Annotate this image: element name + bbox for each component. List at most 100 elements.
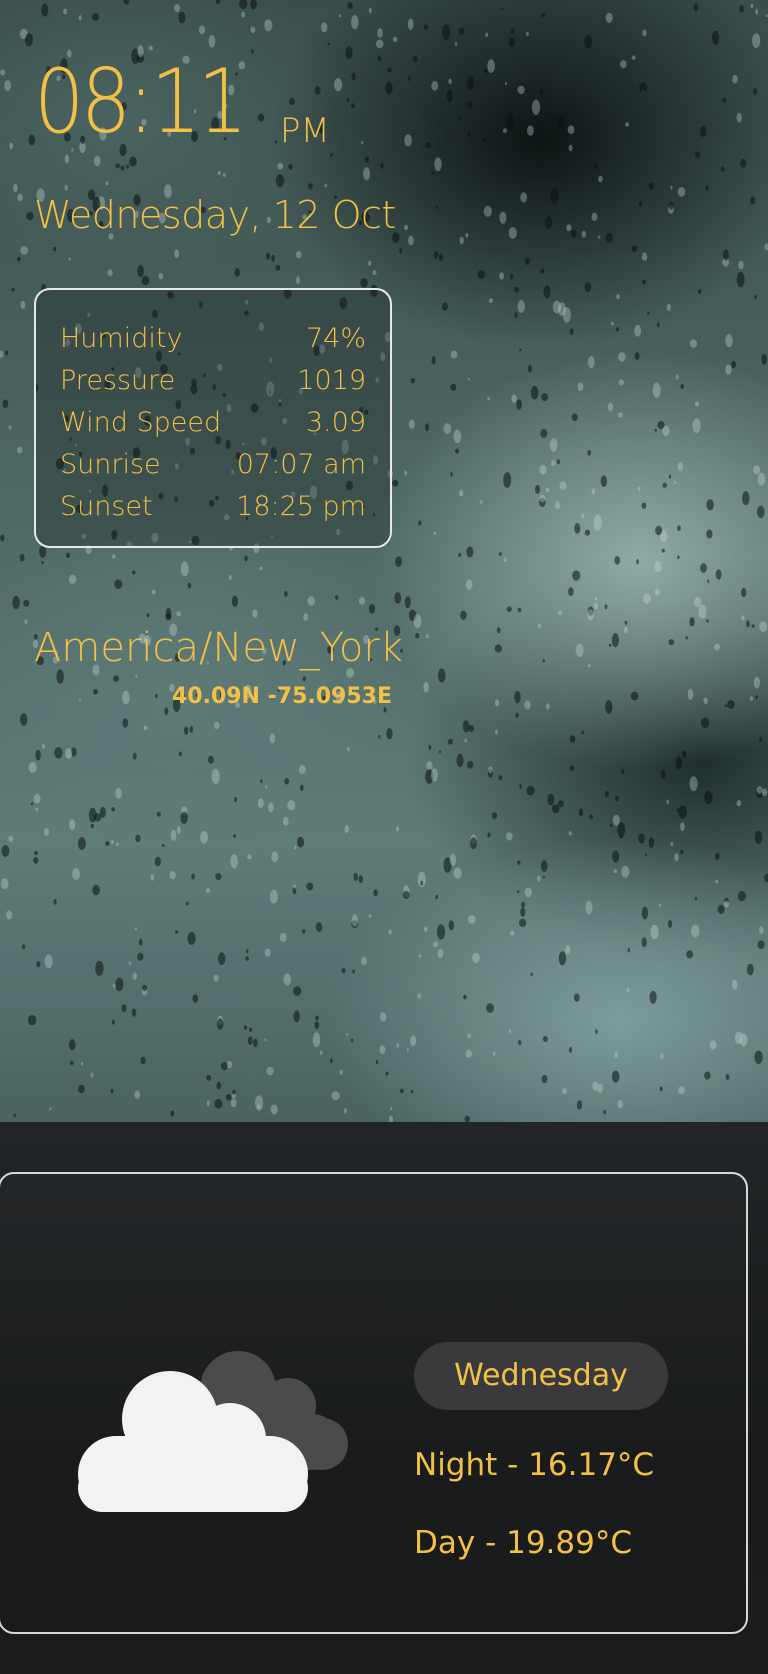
raindrop bbox=[593, 602, 599, 610]
raindrop bbox=[761, 354, 767, 365]
raindrop bbox=[211, 768, 220, 785]
raindrop bbox=[668, 639, 675, 646]
raindrop bbox=[191, 873, 195, 880]
raindrop bbox=[676, 374, 679, 380]
raindrop bbox=[351, 72, 356, 81]
raindrop bbox=[297, 836, 305, 848]
raindrop bbox=[44, 954, 53, 969]
raindrop bbox=[666, 799, 669, 805]
raindrop bbox=[450, 350, 458, 359]
raindrop bbox=[520, 192, 528, 203]
raindrop bbox=[604, 604, 608, 610]
raindrop bbox=[650, 924, 659, 940]
raindrop bbox=[114, 579, 123, 589]
raindrop bbox=[542, 659, 545, 663]
raindrop bbox=[685, 636, 688, 640]
raindrop bbox=[385, 81, 393, 95]
raindrop bbox=[618, 412, 623, 418]
raindrop bbox=[115, 163, 120, 169]
raindrop bbox=[243, 1025, 248, 1030]
raindrop bbox=[555, 501, 560, 510]
raindrop bbox=[467, 724, 475, 732]
raindrop bbox=[41, 3, 49, 17]
raindrop bbox=[543, 285, 551, 299]
raindrop bbox=[732, 74, 738, 84]
raindrop bbox=[492, 1051, 496, 1056]
raindrop bbox=[54, 747, 63, 759]
forecast-day-badge: Wednesday bbox=[414, 1342, 668, 1410]
stat-value: 18:25 pm bbox=[236, 491, 366, 522]
raindrop bbox=[425, 142, 431, 149]
raindrop bbox=[623, 626, 628, 634]
raindrop bbox=[5, 350, 8, 356]
raindrop bbox=[213, 974, 219, 982]
raindrop bbox=[271, 254, 275, 262]
raindrop bbox=[217, 170, 221, 175]
stat-label: Sunset bbox=[60, 491, 153, 522]
raindrop bbox=[375, 1059, 379, 1065]
raindrop bbox=[296, 276, 301, 284]
raindrop bbox=[525, 257, 530, 265]
raindrop bbox=[639, 82, 648, 93]
raindrop bbox=[466, 75, 474, 90]
raindrop bbox=[568, 1046, 573, 1053]
raindrop bbox=[597, 235, 601, 239]
raindrop bbox=[53, 246, 57, 252]
raindrop bbox=[587, 356, 595, 369]
raindrop bbox=[724, 704, 727, 708]
raindrop bbox=[631, 55, 636, 60]
raindrop bbox=[677, 187, 686, 197]
raindrop bbox=[24, 619, 28, 624]
raindrop bbox=[458, 27, 465, 35]
raindrop bbox=[399, 248, 402, 254]
raindrop bbox=[551, 460, 556, 467]
raindrop bbox=[302, 676, 306, 682]
raindrop bbox=[616, 294, 620, 300]
stat-value: 07:07 am bbox=[236, 449, 366, 480]
raindrop bbox=[499, 552, 502, 556]
raindrop bbox=[588, 663, 591, 668]
stat-row-pressure: Pressure 1019 bbox=[60, 360, 366, 402]
raindrop bbox=[344, 825, 349, 833]
raindrop bbox=[121, 1004, 127, 1013]
raindrop bbox=[377, 28, 383, 38]
raindrop bbox=[161, 844, 165, 847]
raindrop bbox=[448, 920, 454, 931]
raindrop bbox=[551, 804, 560, 814]
raindrop bbox=[541, 12, 545, 18]
stat-label: Wind Speed bbox=[60, 407, 222, 438]
raindrop bbox=[581, 730, 585, 735]
raindrop bbox=[413, 614, 422, 629]
raindrop bbox=[375, 39, 384, 49]
raindrop bbox=[587, 609, 594, 621]
raindrop bbox=[112, 1019, 115, 1025]
raindrop bbox=[231, 595, 238, 607]
raindrop bbox=[293, 1010, 300, 1023]
stat-value: 3.09 bbox=[305, 407, 366, 438]
raindrop bbox=[259, 566, 263, 571]
raindrop bbox=[741, 587, 747, 598]
raindrop bbox=[88, 807, 97, 823]
raindrop bbox=[755, 8, 759, 15]
raindrop bbox=[151, 589, 156, 595]
raindrop bbox=[358, 597, 366, 605]
raindrop bbox=[404, 224, 409, 231]
raindrop bbox=[111, 807, 116, 812]
raindrop bbox=[66, 552, 71, 558]
raindrop bbox=[279, 932, 287, 942]
raindrop bbox=[257, 798, 264, 808]
raindrop bbox=[206, 1100, 210, 1107]
raindrop bbox=[408, 235, 414, 246]
raindrop bbox=[458, 552, 462, 557]
raindrop bbox=[621, 865, 630, 878]
raindrop bbox=[28, 761, 37, 774]
raindrop bbox=[399, 1088, 404, 1094]
raindrop bbox=[24, 33, 33, 47]
raindrop bbox=[314, 1021, 320, 1029]
raindrop bbox=[341, 967, 346, 974]
raindrop bbox=[140, 1056, 146, 1065]
raindrop bbox=[752, 88, 758, 95]
raindrop bbox=[380, 162, 384, 169]
raindrop bbox=[137, 265, 145, 278]
raindrop bbox=[120, 165, 125, 171]
